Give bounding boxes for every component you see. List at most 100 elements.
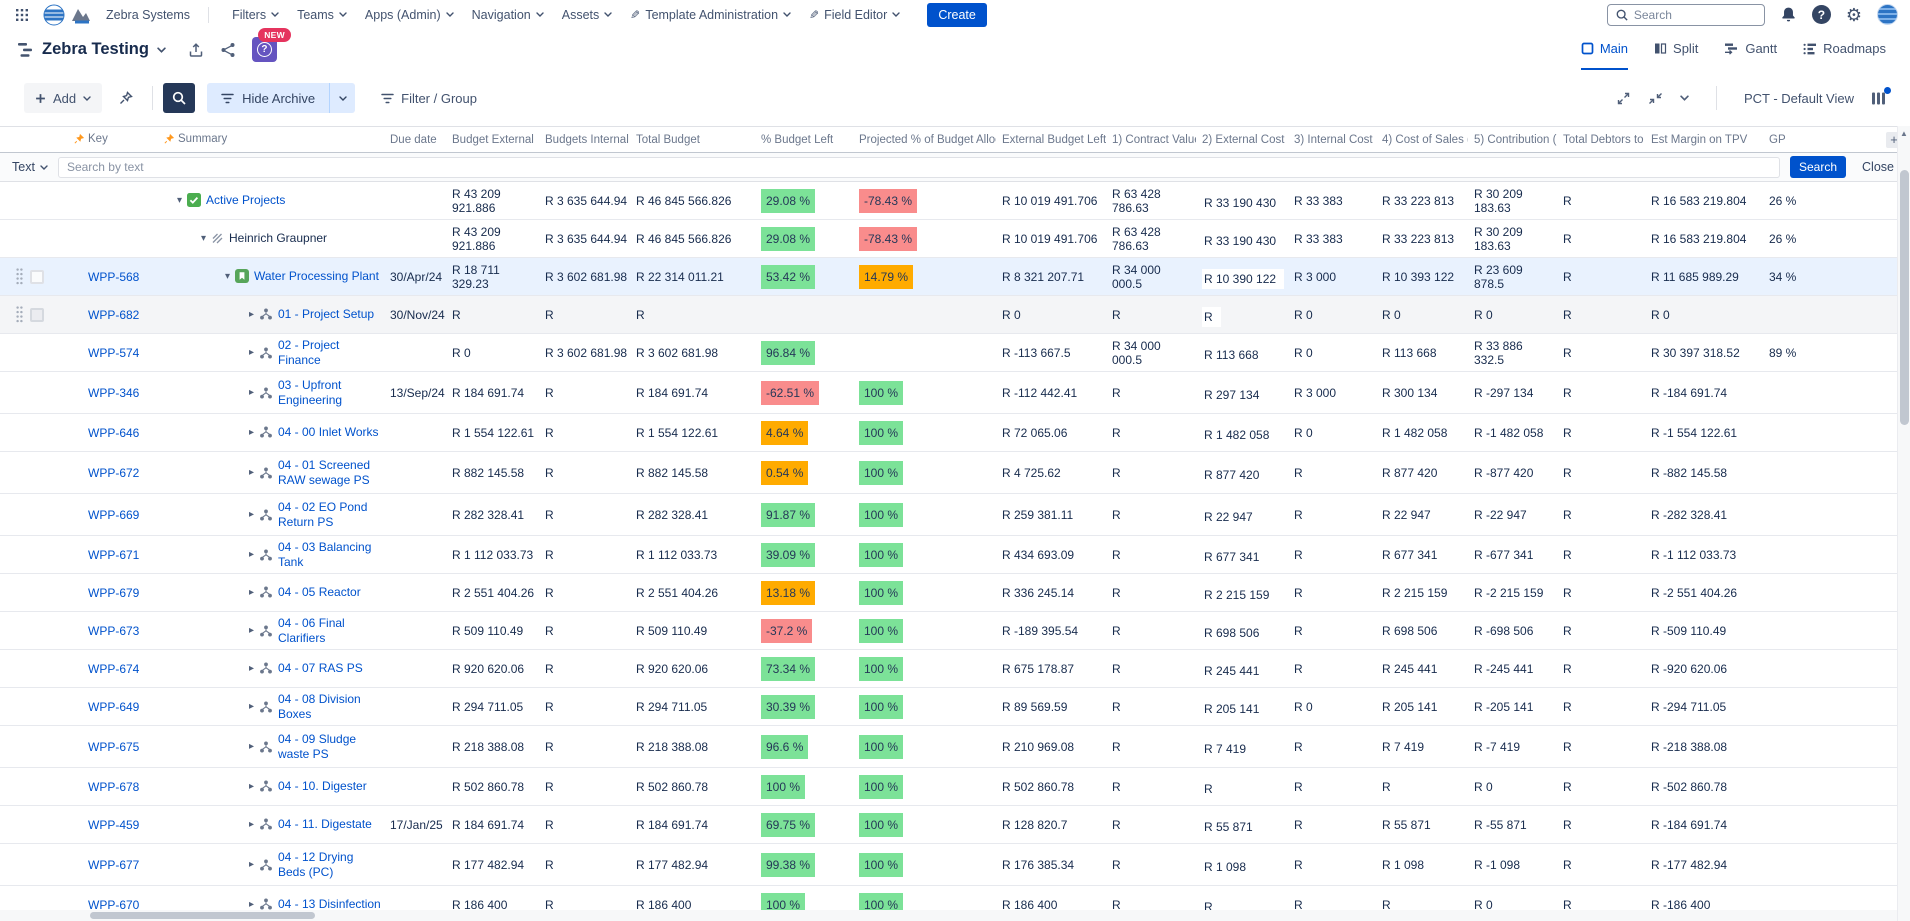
issue-key-link[interactable]: WPP-346 — [88, 386, 139, 400]
column-header-cost_of_sales[interactable]: 4) Cost of Sales (2+3 — [1376, 127, 1468, 153]
editable-cell[interactable]: R 33 190 430 — [1202, 231, 1284, 251]
drag-handle-icon[interactable] — [16, 306, 23, 323]
app-switcher-icon[interactable] — [12, 9, 32, 21]
collapse-all-icon[interactable] — [1648, 91, 1663, 106]
more-chevron-down-icon[interactable] — [1680, 95, 1689, 101]
column-header-contribution[interactable]: 5) Contribution (1-4 — [1468, 127, 1557, 153]
issue-summary-link[interactable]: 04 - 11. Digestate — [278, 817, 382, 831]
drag-handle-icon[interactable] — [16, 268, 23, 285]
issue-summary-link[interactable]: 04 - 07 RAS PS — [278, 661, 382, 675]
scroll-up-arrow[interactable]: ▲ — [1898, 126, 1910, 138]
nav-menu-item[interactable]: Navigation — [463, 8, 553, 22]
expander-closed-icon[interactable]: ▸ — [244, 741, 259, 752]
title-chevron-down-icon[interactable] — [157, 47, 166, 53]
settings-gear-icon[interactable]: ⚙ — [1846, 6, 1862, 24]
column-header-budgets_internal[interactable]: Budgets Internal — [539, 127, 630, 153]
expander-open-icon[interactable]: ▾ — [172, 195, 187, 206]
column-header-due[interactable]: Due date — [384, 127, 446, 153]
editable-cell[interactable]: R 7 419 — [1202, 739, 1254, 759]
editable-cell[interactable]: R 2 215 159 — [1202, 585, 1277, 605]
issue-summary-link[interactable]: 04 - 10. Digester — [278, 779, 382, 793]
search-button[interactable]: Search — [1790, 156, 1846, 178]
issue-summary-link[interactable]: 04 - 05 Reactor — [278, 585, 382, 599]
issue-summary-link[interactable]: 04 - 02 EO Pond Return PS — [278, 500, 382, 529]
column-header-ext_budget_left[interactable]: External Budget Left — [996, 127, 1106, 153]
column-header-external_cost[interactable]: 2) External Cost — [1196, 127, 1288, 153]
editable-cell[interactable]: R 10 390 122 — [1202, 269, 1284, 289]
expander-closed-icon[interactable]: ▸ — [244, 859, 259, 870]
issue-key-link[interactable]: WPP-669 — [88, 508, 139, 522]
editable-cell[interactable]: R 245 441 — [1202, 661, 1267, 681]
editable-cell[interactable]: R 698 506 — [1202, 623, 1267, 643]
issue-key-link[interactable]: WPP-673 — [88, 624, 139, 638]
editable-cell[interactable]: R 1 482 058 — [1202, 425, 1277, 445]
expander-closed-icon[interactable]: ▸ — [244, 347, 259, 358]
issue-summary-link[interactable]: 04 - 06 Final Clarifiers — [278, 616, 382, 645]
editable-cell[interactable]: R 22 947 — [1202, 507, 1261, 527]
vertical-scrollbar[interactable]: ▲ — [1897, 126, 1910, 921]
expander-closed-icon[interactable]: ▸ — [244, 899, 259, 910]
issue-key-link[interactable]: WPP-671 — [88, 548, 139, 562]
column-header-internal_cost[interactable]: 3) Internal Cost (Lab — [1288, 127, 1376, 153]
expander-closed-icon[interactable]: ▸ — [244, 701, 259, 712]
issue-summary-link[interactable]: 04 - 00 Inlet Works — [278, 425, 382, 439]
issue-key-link[interactable]: WPP-674 — [88, 662, 139, 676]
column-header-est_margin[interactable]: Est Margin on TPV — [1645, 127, 1763, 153]
expander-closed-icon[interactable]: ▸ — [244, 387, 259, 398]
search-field-select[interactable]: Text — [12, 160, 48, 174]
editable-cell[interactable]: R 1 098 — [1202, 857, 1254, 877]
pin-button[interactable] — [110, 83, 142, 113]
expander-closed-icon[interactable]: ▸ — [244, 549, 259, 560]
user-avatar[interactable] — [1877, 4, 1898, 25]
editable-cell[interactable]: R 33 190 430 — [1202, 193, 1284, 213]
editable-cell[interactable]: R 877 420 — [1202, 465, 1267, 485]
hide-archive-dropdown[interactable] — [329, 83, 355, 113]
expander-closed-icon[interactable]: ▸ — [244, 587, 259, 598]
nav-menu-item[interactable]: ✎Template Administration — [621, 8, 800, 22]
issue-key-link[interactable]: WPP-675 — [88, 740, 139, 754]
global-search-input[interactable] — [1634, 8, 1756, 22]
row-checkbox[interactable] — [30, 308, 44, 322]
issue-summary-link[interactable]: 04 - 01 Screened RAW sewage PS — [278, 458, 382, 487]
column-header-pct_left[interactable]: % Budget Left — [755, 127, 853, 153]
expander-closed-icon[interactable]: ▸ — [244, 509, 259, 520]
share-icon[interactable] — [220, 42, 236, 58]
nav-menu-item[interactable]: ✎Field Editor — [800, 8, 909, 22]
horizontal-scrollbar[interactable] — [0, 910, 1897, 921]
column-header-total_debtors[interactable]: Total Debtors to Date — [1557, 127, 1645, 153]
editable-cell[interactable]: R 205 141 — [1202, 699, 1267, 719]
export-icon[interactable] — [188, 42, 204, 58]
horizontal-scrollbar-thumb[interactable] — [90, 912, 315, 919]
hide-archive-main[interactable]: Hide Archive — [207, 83, 329, 113]
issue-key-link[interactable]: WPP-649 — [88, 700, 139, 714]
issue-key-link[interactable]: WPP-672 — [88, 466, 139, 480]
vertical-scrollbar-thumb[interactable] — [1900, 170, 1909, 425]
issue-summary-link[interactable]: 02 - Project Finance — [278, 338, 382, 367]
expander-closed-icon[interactable]: ▸ — [244, 467, 259, 478]
expander-closed-icon[interactable]: ▸ — [244, 427, 259, 438]
issue-summary-link[interactable]: 01 - Project Setup — [278, 307, 382, 321]
close-search-link[interactable]: Close — [1862, 160, 1894, 174]
expander-closed-icon[interactable]: ▸ — [244, 819, 259, 830]
expander-open-icon[interactable]: ▾ — [196, 233, 211, 244]
column-header-contract_value[interactable]: 1) Contract Value — [1106, 127, 1196, 153]
nav-menu-item[interactable]: Assets — [553, 8, 622, 22]
issue-key-link[interactable]: WPP-574 — [88, 346, 139, 360]
nav-menu-item[interactable]: Teams — [288, 8, 356, 22]
editable-cell[interactable]: R — [1202, 307, 1221, 327]
editable-cell[interactable]: R 297 134 — [1202, 385, 1267, 405]
column-header-summary[interactable]: Summary — [158, 127, 384, 153]
view-tab-roadmaps[interactable]: Roadmaps — [1803, 29, 1886, 70]
notifications-bell-icon[interactable] — [1780, 6, 1797, 23]
issue-key-link[interactable]: WPP-682 — [88, 308, 139, 322]
issue-summary-link[interactable]: 03 - Upfront Engineering — [278, 378, 382, 407]
issue-summary-link[interactable]: 04 - 08 Division Boxes — [278, 692, 382, 721]
company-logo[interactable] — [42, 3, 94, 27]
column-header-total_budget[interactable]: Total Budget — [630, 127, 755, 153]
expander-closed-icon[interactable]: ▸ — [244, 781, 259, 792]
issue-key-link[interactable]: WPP-459 — [88, 818, 139, 832]
editable-cell[interactable]: R 55 871 — [1202, 817, 1261, 837]
structure-help-button[interactable]: ? NEW — [252, 37, 277, 62]
expander-closed-icon[interactable]: ▸ — [244, 663, 259, 674]
nav-menu-item[interactable]: Apps (Admin) — [356, 8, 463, 22]
